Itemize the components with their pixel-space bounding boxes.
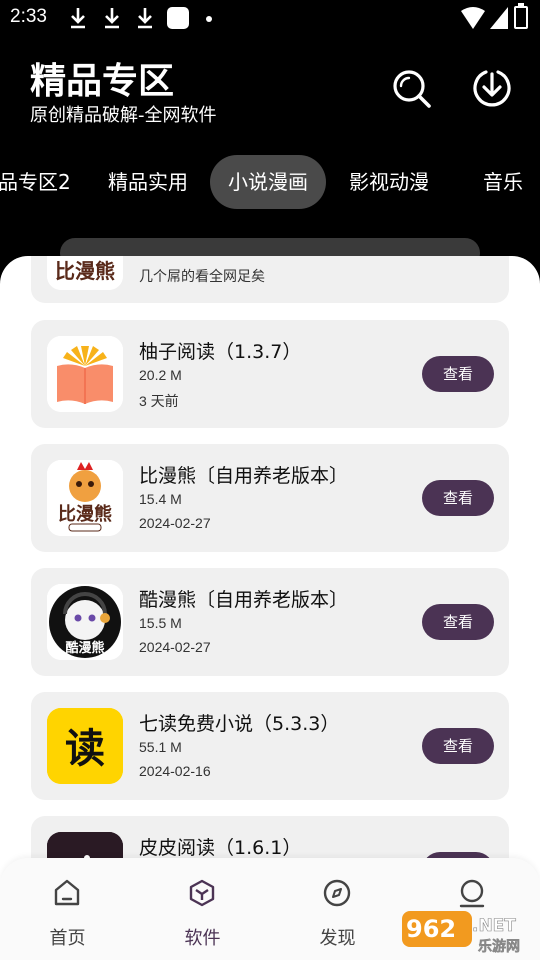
download-notification-icon: [105, 8, 119, 29]
app-date: 2024-02-16: [139, 763, 211, 779]
nav-home-label: 首页: [49, 928, 86, 949]
app-date: 3 天前: [139, 393, 179, 409]
app-size: 15.4 M: [139, 491, 182, 507]
app-card[interactable]: 比漫熊 比漫熊〔自用养老版本〕 15.4 M 2024-02-27 查看: [31, 444, 509, 552]
app-title: 皮皮阅读（1.6.1）: [139, 837, 302, 859]
app-card[interactable]: 酷漫熊 酷漫熊〔自用养老版本〕 15.5 M 2024-02-27 查看: [31, 568, 509, 676]
app-description: 几个屌的看全网足矣: [139, 269, 265, 285]
view-button[interactable]: 查看: [422, 356, 494, 392]
status-bar: 2:33: [0, 0, 540, 36]
page-title: 精品专区: [30, 61, 175, 102]
app-card[interactable]: 柚子阅读（1.3.7） 20.2 M 3 天前 查看: [31, 320, 509, 428]
download-icon: [473, 70, 511, 107]
svg-text:乐游网: 乐游网: [478, 938, 520, 955]
app-title: 酷漫熊〔自用养老版本〕: [139, 589, 349, 611]
tab-practical[interactable]: 精品实用: [108, 155, 188, 209]
signal-icon: [490, 7, 508, 29]
status-time: 2:33: [10, 6, 47, 27]
user-icon: [459, 879, 485, 908]
app-card[interactable]: 比漫熊 几个屌的看全网足矣: [31, 256, 509, 303]
download-notification-icon: [71, 8, 85, 29]
app-thumbnail: 酷漫熊: [47, 584, 123, 660]
nav-software[interactable]: 软件: [135, 858, 270, 960]
tab-film-anime[interactable]: 影视动漫: [349, 155, 429, 209]
compass-icon: [323, 879, 351, 907]
view-button[interactable]: 查看: [422, 604, 494, 640]
app-notification-icon: [167, 7, 189, 29]
app-thumbnail-logo-text: 比漫熊: [58, 503, 112, 525]
view-button[interactable]: 查看: [422, 728, 494, 764]
app-title: 柚子阅读（1.3.7）: [139, 341, 302, 363]
tab-novels-comics[interactable]: 小说漫画: [210, 155, 326, 209]
app-size: 15.5 M: [139, 615, 182, 631]
app-thumbnail-logo-text: 读: [65, 726, 105, 772]
nav-software-label: 软件: [184, 928, 221, 949]
svg-text:962: 962: [406, 915, 456, 943]
app-card[interactable]: 读 七读免费小说（5.3.3） 55.1 M 2024-02-16 查看: [31, 692, 509, 800]
app-thumbnail: 比漫熊: [47, 256, 123, 290]
nav-home[interactable]: 首页: [0, 858, 135, 960]
category-tabs: 品专区2 精品实用 小说漫画 影视动漫 音乐: [0, 155, 540, 211]
nav-discover-label: 发现: [319, 928, 356, 949]
app-title: 比漫熊〔自用养老版本〕: [139, 465, 349, 487]
download-notification-icon: [138, 8, 152, 29]
site-watermark-logo: 962 .NET 乐游网: [402, 911, 520, 955]
download-manager-button[interactable]: [470, 66, 514, 110]
app-thumbnail: 比漫熊: [47, 460, 123, 536]
app-thumbnail: 读: [47, 708, 123, 784]
app-date: 2024-02-27: [139, 639, 211, 655]
more-notifications-dot: [206, 16, 212, 22]
nav-discover[interactable]: 发现: [270, 858, 405, 960]
view-button[interactable]: 查看: [422, 480, 494, 516]
svg-text:.NET: .NET: [472, 916, 516, 936]
search-icon: [393, 70, 431, 108]
app-size: 55.1 M: [139, 739, 182, 755]
app-thumbnail-logo-text: 比漫熊: [55, 259, 115, 283]
app-date: 2024-02-27: [139, 515, 211, 531]
cube-icon: [189, 879, 215, 907]
app-thumbnail-logo-text: 酷漫熊: [65, 640, 104, 656]
page-subtitle: 原创精品破解-全网软件: [30, 105, 217, 126]
app-title: 七读免费小说（5.3.3）: [139, 713, 340, 735]
battery-icon: [514, 3, 528, 29]
wifi-icon: [461, 7, 485, 29]
search-button[interactable]: [389, 66, 433, 110]
tab-music[interactable]: 音乐: [483, 155, 523, 209]
app-list[interactable]: 比漫熊 几个屌的看全网足矣 柚子阅读（1.3.7） 20.2 M 3 天前 查看: [0, 256, 540, 960]
app-size: 20.2 M: [139, 367, 182, 383]
app-thumbnail: [47, 336, 123, 412]
home-icon: [54, 879, 80, 906]
tab-premium-2[interactable]: 品专区2: [0, 155, 71, 209]
